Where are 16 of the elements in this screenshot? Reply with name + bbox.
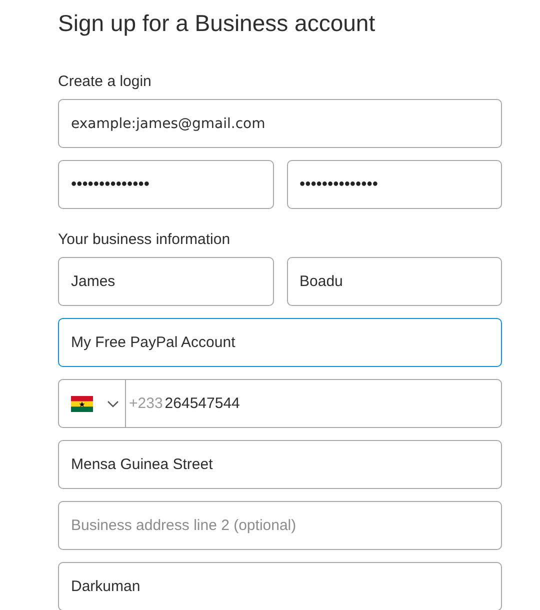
section-label: Create a login — [58, 73, 152, 91]
text-field[interactable]: Mensa Guinea Street — [58, 440, 502, 489]
text-field[interactable]: Darkuman — [58, 562, 502, 610]
password-field[interactable]: •••••••••••••• — [58, 160, 274, 209]
text-field[interactable]: James — [58, 257, 274, 306]
email-field[interactable]: example:james@gmail.com — [58, 99, 502, 148]
password-field[interactable]: •••••••••••••• — [286, 160, 502, 209]
page-title: Sign up for a Business account — [58, 9, 376, 38]
chevron-icon — [107, 400, 119, 408]
section-label: Your business information — [58, 231, 232, 249]
phone-number: 264547544 — [164, 395, 240, 412]
text-field[interactable]: Boadu — [286, 257, 502, 306]
country-code: +233 — [129, 395, 163, 412]
flag-icon — [71, 396, 93, 412]
text-field[interactable]: My Free PayPal Account — [58, 318, 502, 367]
phone-field[interactable]: +233264547544 — [58, 379, 502, 428]
